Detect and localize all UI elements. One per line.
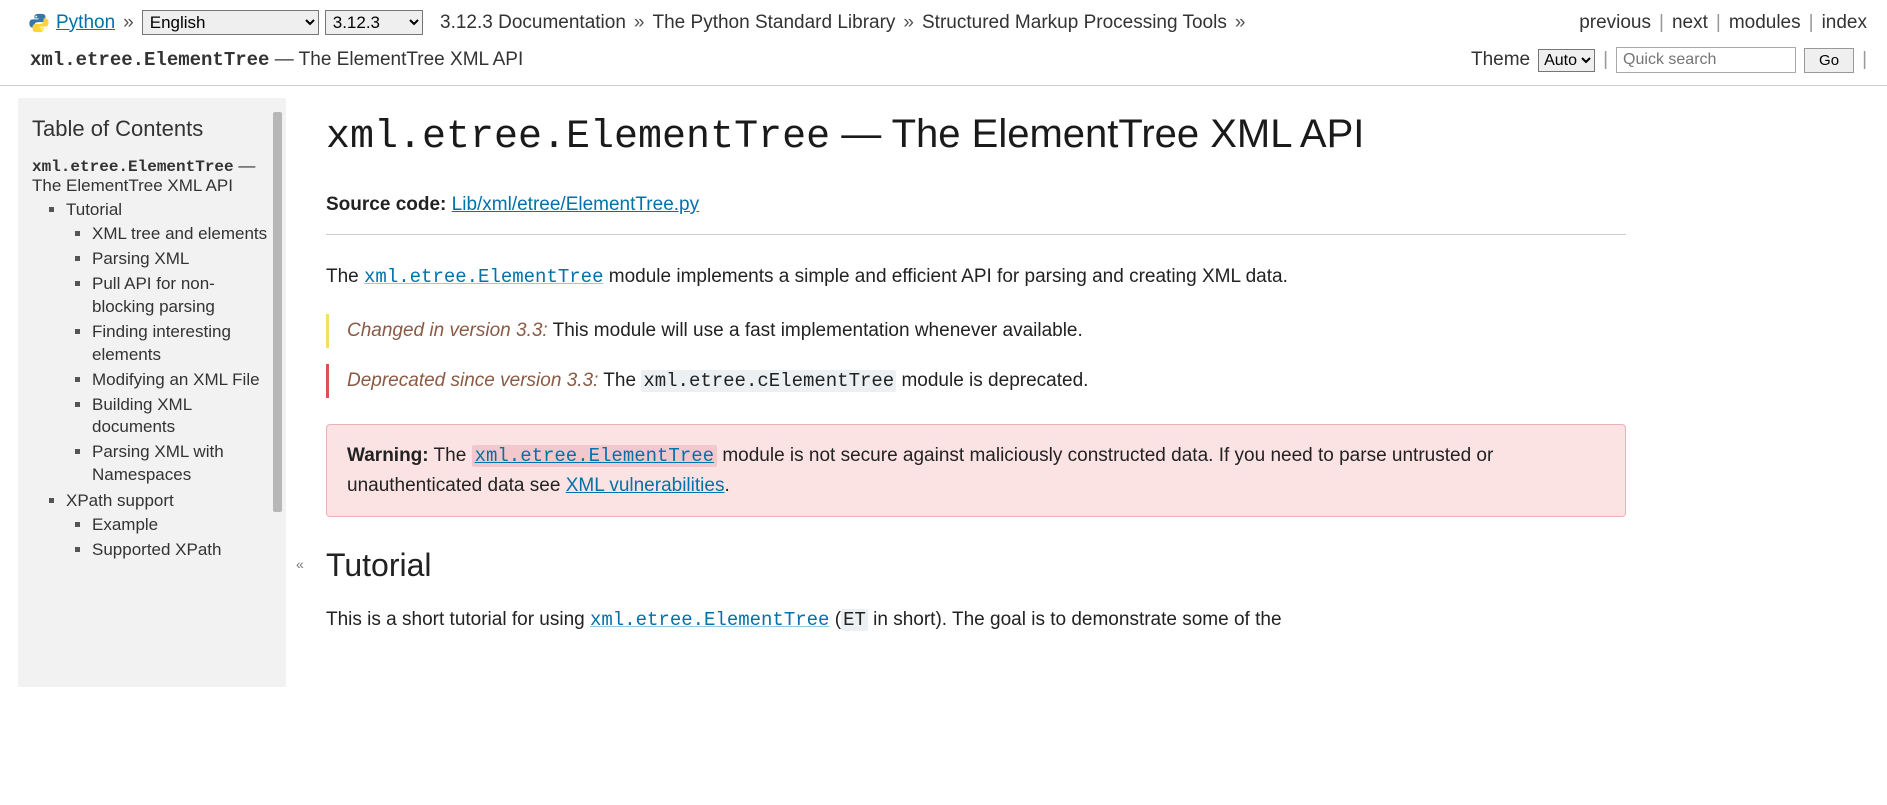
content: xml.etree.ElementTree — The ElementTree … bbox=[286, 86, 1886, 687]
python-home-link[interactable]: Python bbox=[56, 12, 115, 34]
version-changed-note: Changed in version 3.3: This module will… bbox=[326, 314, 1626, 348]
index-link[interactable]: index bbox=[1822, 12, 1867, 34]
source-link[interactable]: Lib/xml/etree/ElementTree.py bbox=[452, 194, 699, 215]
toc-xpath[interactable]: XPath support bbox=[66, 491, 174, 510]
toc-root-link[interactable]: xml.etree.ElementTree — The ElementTree … bbox=[32, 156, 255, 195]
xml-vulnerabilities-link[interactable]: XML vulnerabilities bbox=[566, 475, 725, 496]
tutorial-heading: Tutorial bbox=[326, 547, 1626, 584]
breadcrumb-documentation[interactable]: 3.12.3 Documentation bbox=[440, 12, 626, 34]
breadcrumb-stdlib[interactable]: The Python Standard Library bbox=[653, 12, 896, 34]
theme-select[interactable]: Auto bbox=[1538, 49, 1595, 72]
toc-namespaces[interactable]: Parsing XML with Namespaces bbox=[92, 442, 224, 484]
search-go-button[interactable]: Go bbox=[1804, 48, 1854, 73]
warning-module-link[interactable]: xml.etree.ElementTree bbox=[472, 445, 717, 467]
page-title: xml.etree.ElementTree — The ElementTree … bbox=[326, 112, 1626, 160]
next-link[interactable]: next bbox=[1672, 12, 1708, 34]
deprecated-note: Deprecated since version 3.3: The xml.et… bbox=[326, 364, 1626, 398]
source-code-line: Source code: Lib/xml/etree/ElementTree.p… bbox=[326, 194, 1626, 216]
module-link[interactable]: xml.etree.ElementTree bbox=[364, 266, 603, 288]
breadcrumb-bar: Python » English 3.12.3 3.12.3 Documenta… bbox=[28, 10, 1247, 35]
toc-heading: Table of Contents bbox=[32, 116, 276, 142]
toc-root: xml.etree.ElementTree — The ElementTree … bbox=[32, 156, 276, 564]
sidebar: Table of Contents xml.etree.ElementTree … bbox=[18, 98, 286, 687]
toc-xpath-example[interactable]: Example bbox=[92, 515, 158, 534]
search-input[interactable] bbox=[1616, 47, 1796, 73]
tutorial-module-link[interactable]: xml.etree.ElementTree bbox=[590, 609, 829, 631]
breadcrumb-markup-tools[interactable]: Structured Markup Processing Tools bbox=[922, 12, 1227, 34]
modules-link[interactable]: modules bbox=[1729, 12, 1801, 34]
sidebar-collapse-icon[interactable]: « bbox=[296, 556, 304, 572]
version-select[interactable]: 3.12.3 bbox=[325, 10, 423, 35]
warning-box: Warning: The xml.etree.ElementTree modul… bbox=[326, 424, 1626, 518]
intro-paragraph: The xml.etree.ElementTree module impleme… bbox=[326, 263, 1626, 292]
toc-modifying[interactable]: Modifying an XML File bbox=[92, 370, 260, 389]
toc-building[interactable]: Building XML documents bbox=[92, 395, 192, 437]
divider bbox=[326, 234, 1626, 235]
main-layout: ▲ Table of Contents xml.etree.ElementTre… bbox=[0, 86, 1887, 687]
python-logo-icon bbox=[28, 12, 50, 34]
deprecated-module: xml.etree.cElementTree bbox=[641, 370, 896, 392]
toc-parsing-xml[interactable]: Parsing XML bbox=[92, 249, 189, 268]
previous-link[interactable]: previous bbox=[1579, 12, 1651, 34]
toc-xml-tree[interactable]: XML tree and elements bbox=[92, 224, 267, 243]
theme-label: Theme bbox=[1471, 49, 1530, 71]
toc-finding[interactable]: Finding interesting elements bbox=[92, 322, 231, 364]
top-navigation: Python » English 3.12.3 3.12.3 Documenta… bbox=[0, 0, 1887, 41]
toc-tutorial[interactable]: Tutorial bbox=[66, 200, 122, 219]
toc-pull-api[interactable]: Pull API for non-blocking parsing bbox=[92, 274, 215, 316]
tutorial-intro: This is a short tutorial for using xml.e… bbox=[326, 606, 1626, 635]
top-right-links: previous | next | modules | index bbox=[1579, 12, 1867, 34]
language-select[interactable]: English bbox=[142, 10, 319, 35]
page-title-crumb: xml.etree.ElementTree — The ElementTree … bbox=[30, 49, 523, 71]
page-header-bar: xml.etree.ElementTree — The ElementTree … bbox=[0, 41, 1887, 86]
module-name: xml.etree.ElementTree bbox=[30, 49, 269, 71]
toc-xpath-supported[interactable]: Supported XPath bbox=[92, 540, 221, 559]
header-tools: Theme Auto | Go | bbox=[1471, 47, 1867, 73]
separator: » bbox=[123, 12, 134, 34]
